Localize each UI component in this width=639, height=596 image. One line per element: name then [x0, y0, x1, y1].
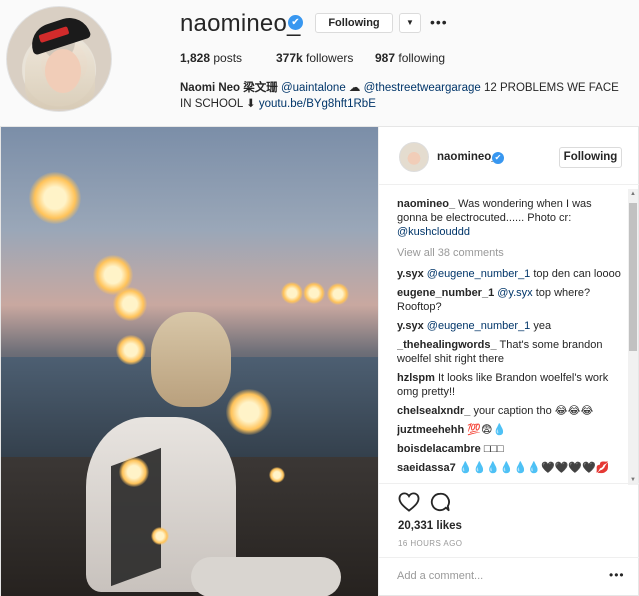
post-photo[interactable] [1, 127, 378, 596]
following-count[interactable]: 987 following [375, 51, 445, 65]
bio-link[interactable]: youtu.be/BYg8hft1RbE [259, 98, 376, 110]
following-button[interactable]: Following [315, 13, 393, 33]
photo-person-head [151, 312, 231, 407]
avatar-face [45, 49, 81, 93]
post-timestamp: 16 HOURS AGO [398, 539, 463, 548]
comment-username[interactable]: y.syx [397, 268, 424, 280]
bio-mention[interactable]: @uaintalone [281, 82, 346, 94]
posts-count: 1,828 posts [180, 51, 243, 65]
comment-icon[interactable] [430, 492, 450, 512]
comment-text: 💯😨💧 [467, 424, 507, 436]
post-actions: 20,331 likes 16 HOURS AGO [379, 483, 639, 548]
post-card: naomineo_ ✔ Following naomineo_ Was wond… [0, 126, 639, 596]
comment-input[interactable]: Add a comment... [397, 570, 483, 582]
heart-icon[interactable] [398, 492, 420, 512]
photo-bokeh-light [116, 335, 146, 365]
verified-badge-icon: ✔ [288, 15, 303, 30]
photo-fairy-light [119, 457, 149, 487]
more-options-icon[interactable]: ••• [430, 13, 448, 31]
comments-scrollbar[interactable]: ▲ ▼ [628, 189, 638, 485]
comment-mention[interactable]: @kushclouddd [397, 226, 470, 238]
likes-count[interactable]: 20,331 likes [398, 520, 462, 532]
list-item: saeidassa7 💧💧💧💧💧💧🖤🖤🖤🖤💋 [397, 461, 625, 475]
comment-text: yea [533, 320, 552, 332]
list-item: juztmeehehh 💯😨💧 [397, 423, 625, 437]
comment-username[interactable]: naomineo_ [397, 198, 455, 210]
comment-text: □□□ [483, 443, 504, 455]
photo-bokeh-light [29, 172, 81, 224]
comment-username[interactable]: y.syx [397, 320, 424, 332]
comment-mention[interactable]: @eugene_number_1 [427, 268, 531, 280]
profile-avatar[interactable] [6, 6, 112, 112]
comment-username[interactable]: eugene_number_1 [397, 287, 494, 299]
profile-username: naomineo_ [180, 10, 301, 37]
post-caption: naomineo_ Was wondering when I was gonna… [397, 197, 625, 239]
photo-bokeh-light [113, 287, 147, 321]
list-item: _thehealingwords_ That's some brandon wo… [397, 338, 625, 366]
profile-bio: Naomi Neo 梁文珊 @uaintalone ☁ @thestreetwe… [180, 80, 620, 112]
photo-fairy-light [269, 467, 285, 483]
comment-username[interactable]: _thehealingwords_ [397, 339, 497, 351]
comment-text: your caption tho 😂😂😂 [473, 405, 594, 417]
comment-mention[interactable]: @eugene_number_1 [427, 320, 531, 332]
post-author-username[interactable]: naomineo_ [437, 151, 498, 163]
comment-username[interactable]: chelsealxndr_ [397, 405, 470, 417]
list-item: hzlspm It looks like Brandon woelfel's w… [397, 371, 625, 399]
scroll-up-icon[interactable]: ▲ [628, 189, 638, 199]
list-item: y.syx @eugene_number_1 yea [397, 319, 625, 333]
profile-stats: 1,828 posts 377k followers 987 following [180, 51, 445, 65]
comment-username[interactable]: saeidassa7 [397, 462, 456, 474]
bio-mention[interactable]: @thestreetweargarage [364, 82, 481, 94]
post-header: naomineo_ ✔ Following [379, 127, 639, 185]
comment-text: 💧💧💧💧💧💧🖤🖤🖤🖤💋 [458, 462, 610, 474]
post-sidebar: naomineo_ ✔ Following naomineo_ Was wond… [378, 127, 639, 596]
post-author-avatar[interactable] [399, 142, 429, 172]
photo-bokeh-light [281, 282, 303, 304]
list-item: boisdelacambre □□□ [397, 442, 625, 456]
bio-emoji: ☁ [348, 82, 361, 94]
photo-fairy-light [151, 527, 169, 545]
chevron-down-icon[interactable]: ▼ [399, 13, 421, 33]
following-button[interactable]: Following [559, 147, 622, 168]
list-item: eugene_number_1 @y.syx top where? Roofto… [397, 286, 625, 314]
photo-bokeh-light [303, 282, 325, 304]
more-options-icon[interactable]: ••• [609, 568, 625, 582]
list-item: chelsealxndr_ your caption tho 😂😂😂 [397, 404, 625, 418]
verified-badge-icon: ✔ [492, 152, 504, 164]
bio-full-name: Naomi Neo 梁文珊 [180, 82, 278, 94]
comment-mention[interactable]: @y.syx [497, 287, 532, 299]
followers-count[interactable]: 377k followers [276, 51, 375, 65]
comment-text: top den can loooo [533, 268, 621, 280]
comments-list: naomineo_ Was wondering when I was gonna… [397, 197, 625, 489]
list-item: y.syx @eugene_number_1 top den can loooo [397, 267, 625, 281]
comment-username[interactable]: juztmeehehh [397, 424, 464, 436]
photo-fairy-light [226, 389, 272, 435]
comment-username[interactable]: hzlspm [397, 372, 435, 384]
add-comment-bar: Add a comment... ••• [379, 557, 639, 596]
view-all-comments-link[interactable]: View all 38 comments [397, 246, 625, 260]
photo-person-legs [191, 557, 341, 596]
scrollbar-thumb[interactable] [629, 203, 637, 351]
photo-bokeh-light [327, 283, 349, 305]
comment-username[interactable]: boisdelacambre [397, 443, 481, 455]
